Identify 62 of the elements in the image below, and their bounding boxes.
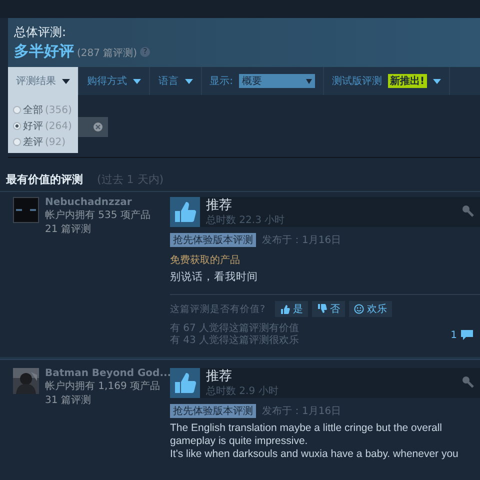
free-product-note: 免费获取的产品 <box>170 254 241 267</box>
early-access-tag: 抢先体验版本评测 <box>170 404 256 418</box>
thumbs-up-icon <box>170 368 200 398</box>
caret-icon <box>184 78 193 84</box>
radio-option[interactable]: 差评 (92) <box>13 135 78 149</box>
thumbs-down-icon <box>317 304 328 314</box>
avatar-icon[interactable] <box>13 197 39 223</box>
option-label: 差评 <box>23 136 43 149</box>
option-count: (92) <box>45 136 66 148</box>
comment-count[interactable]: 1 <box>450 330 457 340</box>
early-access-tag: 抢先体验版本评测 <box>170 233 256 247</box>
new-badge: 新推出! <box>388 74 426 88</box>
helpful-question: 这篇评测是否有价值? <box>170 302 266 316</box>
review-total: 31 篇评测 <box>45 394 92 407</box>
rating-text[interactable]: 多半好评 <box>14 42 74 61</box>
beta-reviews-label[interactable]: 测试版评测 <box>332 74 382 88</box>
review-total: 21 篇评测 <box>45 222 92 236</box>
thumbs-up-icon <box>170 197 200 227</box>
radio-button[interactable] <box>13 138 21 146</box>
comment-icon[interactable] <box>460 329 474 341</box>
option-label: 全部 <box>23 104 43 117</box>
filter-menu[interactable]: 购得方式 <box>79 67 150 95</box>
caret-icon <box>133 78 142 84</box>
section-title: 最有价值的评测 <box>6 172 83 187</box>
radio-option[interactable]: 好评 (264) <box>13 119 78 133</box>
review-text: The English translation maybe a little cringe but the overall gameplay is quite impressive. <box>170 422 443 448</box>
vote-stat: 有 67 人觉得这篇评测有价值 <box>170 323 300 334</box>
verdict-text: 推荐 <box>206 198 233 212</box>
products-owned: 帐户内拥有 1,169 项产品 <box>45 380 161 393</box>
posted-date: 发布于：1月16日 <box>262 234 342 247</box>
author-name[interactable]: Batman Beyond God... <box>45 368 172 379</box>
products-owned: 帐户内拥有 535 项产品 <box>45 208 150 222</box>
review-count: (287 篇评测) <box>77 46 138 60</box>
display-select[interactable]: 概要 <box>238 74 315 88</box>
summary-label: 总体评测: <box>14 24 68 41</box>
caret-icon <box>62 78 70 84</box>
no-button[interactable]: 否 <box>312 301 346 317</box>
close-icon[interactable] <box>93 122 103 132</box>
help-icon[interactable]: ? <box>140 46 150 56</box>
review-text: 别说话，看我时间 <box>170 271 259 284</box>
playtime-text: 总时数 2.9 小时 <box>206 384 280 398</box>
thumbs-up-icon <box>280 304 290 314</box>
author-name[interactable]: Nebuchadnzzar <box>45 197 150 208</box>
smiley-icon <box>354 304 364 314</box>
vote-stat: 有 43 人觉得这篇评测很欢乐 <box>170 335 300 347</box>
radio-option[interactable]: 全部 (356) <box>13 103 78 117</box>
option-label: 好评 <box>23 120 43 133</box>
filter-menu[interactable]: 评测结果 <box>8 67 80 95</box>
option-count: (264) <box>45 120 72 132</box>
display-label: 显示: <box>210 75 233 88</box>
playtime-text: 总时数 22.3 小时 <box>206 214 286 226</box>
option-count: (356) <box>45 104 72 116</box>
verdict-text: 推荐 <box>206 368 233 384</box>
filter-menu[interactable]: 语言 <box>150 67 202 95</box>
radio-button[interactable] <box>13 122 21 130</box>
caret-icon <box>306 78 312 84</box>
caret-icon[interactable] <box>432 78 440 84</box>
review-text: It's like when darksouls and wuxia have a baby. whenever you <box>170 448 460 461</box>
posted-date: 发布于：1月16日 <box>262 405 342 418</box>
radio-button[interactable] <box>13 106 21 114</box>
yes-button[interactable]: 是 <box>275 301 308 317</box>
funny-button[interactable]: 欢乐 <box>349 301 392 317</box>
